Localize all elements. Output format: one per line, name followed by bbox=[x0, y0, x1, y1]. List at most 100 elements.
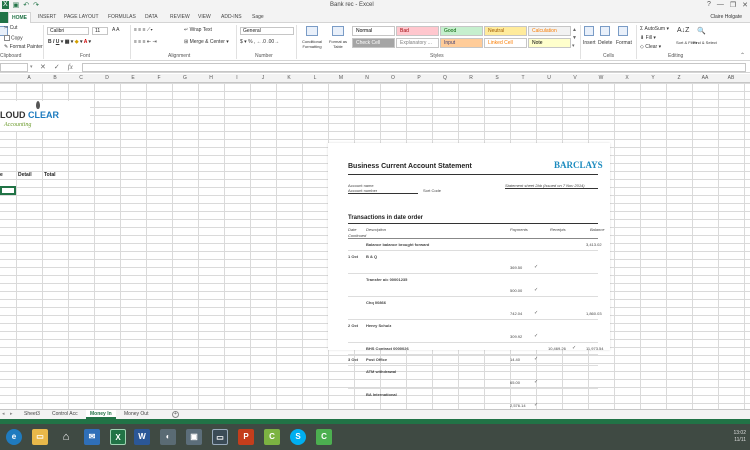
column-header[interactable]: Y bbox=[640, 75, 666, 81]
column-header[interactable]: E bbox=[120, 75, 146, 81]
outlook-icon[interactable]: ✉ bbox=[84, 429, 100, 445]
bold-button[interactable]: B I U ▾ ▦ ▾ ◆ ▾ A ▾ bbox=[48, 39, 91, 45]
column-header[interactable]: AC bbox=[744, 75, 750, 81]
column-header[interactable]: V bbox=[562, 75, 588, 81]
column-header[interactable]: I bbox=[224, 75, 250, 81]
format-as-table-button[interactable]: Format as Table bbox=[326, 39, 350, 49]
sheet-tab-money-out[interactable]: Money Out bbox=[120, 410, 152, 419]
skype-icon[interactable]: S bbox=[290, 429, 306, 445]
font-size-select[interactable]: 11 bbox=[92, 27, 108, 35]
name-box[interactable] bbox=[0, 63, 28, 72]
selected-cell[interactable] bbox=[0, 186, 16, 195]
system-clock[interactable]: 13:02 11/11 bbox=[733, 430, 746, 444]
tab-data[interactable]: DATA bbox=[145, 14, 158, 20]
close-button[interactable]: ✕ bbox=[742, 1, 748, 9]
column-header[interactable]: R bbox=[458, 75, 484, 81]
column-header[interactable]: Q bbox=[432, 75, 458, 81]
column-header[interactable]: U bbox=[536, 75, 562, 81]
restore-button[interactable]: ❐ bbox=[730, 1, 736, 9]
redo-icon[interactable]: ↷ bbox=[33, 1, 39, 9]
insert-function-icon[interactable]: fx bbox=[68, 63, 73, 71]
camtasia-icon[interactable]: C bbox=[316, 429, 332, 445]
column-header[interactable]: H bbox=[198, 75, 224, 81]
column-header[interactable]: F bbox=[146, 75, 172, 81]
wrap-text-button[interactable]: ↵ Wrap Text bbox=[184, 27, 212, 33]
insert-cells-icon[interactable] bbox=[584, 26, 594, 36]
column-header[interactable]: P bbox=[406, 75, 432, 81]
word-icon[interactable]: W bbox=[134, 429, 150, 445]
column-header[interactable]: D bbox=[94, 75, 120, 81]
sheet-tab-control-acc[interactable]: Control Acc bbox=[48, 410, 82, 419]
autosum-button[interactable]: Σ AutoSum ▾ bbox=[640, 26, 669, 32]
font-grow-icon[interactable]: A A bbox=[112, 27, 120, 33]
styles-scroll-icon[interactable]: ▲ ▼ ▾ bbox=[572, 26, 577, 50]
format-button[interactable]: Format bbox=[616, 40, 632, 46]
column-header[interactable]: S bbox=[484, 75, 510, 81]
find-select-button[interactable]: Find & Select bbox=[693, 40, 717, 45]
scroll-left-icon[interactable]: ◂ bbox=[2, 411, 5, 417]
font-name-select[interactable]: Calibri bbox=[47, 27, 89, 35]
column-header[interactable]: G bbox=[172, 75, 198, 81]
column-header[interactable]: Z bbox=[666, 75, 692, 81]
column-header[interactable]: AA bbox=[692, 75, 718, 81]
header-date[interactable]: e bbox=[0, 172, 3, 178]
column-header[interactable]: M bbox=[328, 75, 354, 81]
monitor-icon[interactable]: ▭ bbox=[212, 429, 228, 445]
enter-icon[interactable]: ✓ bbox=[54, 63, 60, 71]
header-total[interactable]: Total bbox=[44, 172, 56, 178]
column-header[interactable]: A bbox=[16, 75, 42, 81]
column-header[interactable]: W bbox=[588, 75, 614, 81]
cell-style-option[interactable]: Explanatory ... bbox=[396, 38, 439, 48]
insert-button[interactable]: Insert bbox=[583, 40, 596, 46]
powerpoint-icon[interactable]: P bbox=[238, 429, 254, 445]
header-detail[interactable]: Detail bbox=[18, 172, 32, 178]
sort-filter-icon[interactable]: A↓Z bbox=[677, 27, 689, 34]
copy-button[interactable]: Copy bbox=[4, 35, 23, 41]
tab-formulas[interactable]: FORMULAS bbox=[108, 14, 136, 20]
column-header[interactable]: O bbox=[380, 75, 406, 81]
tab-page-layout[interactable]: PAGE LAYOUT bbox=[64, 14, 99, 20]
column-header[interactable]: AB bbox=[718, 75, 744, 81]
conditional-formatting-icon[interactable] bbox=[306, 26, 318, 36]
collapse-ribbon-icon[interactable]: ⌃ bbox=[740, 52, 745, 59]
currency-icon[interactable]: $ ▾ % , ←.0 .00→ bbox=[240, 39, 279, 45]
tab-review[interactable]: REVIEW bbox=[170, 14, 190, 20]
namebox-dropdown-icon[interactable]: ▾ bbox=[30, 64, 33, 70]
cell-style-option[interactable]: Good bbox=[440, 26, 483, 36]
tab-file[interactable] bbox=[0, 12, 8, 23]
align-left-icon[interactable]: ≡ ≡ ≡ ⇤ ⇥ bbox=[134, 39, 157, 45]
column-header[interactable]: T bbox=[510, 75, 536, 81]
sheet-tab-money-in[interactable]: Money In bbox=[86, 410, 116, 419]
delete-button[interactable]: Delete bbox=[598, 40, 612, 46]
column-header[interactable]: X bbox=[614, 75, 640, 81]
ie-icon[interactable]: e bbox=[6, 429, 22, 445]
cancel-icon[interactable]: ✕ bbox=[40, 63, 46, 71]
scroll-right-icon[interactable]: ▸ bbox=[10, 411, 13, 417]
column-header[interactable]: N bbox=[354, 75, 380, 81]
tab-add-ins[interactable]: ADD-INS bbox=[221, 14, 242, 20]
add-sheet-icon[interactable]: + bbox=[172, 411, 179, 418]
column-header[interactable]: L bbox=[302, 75, 328, 81]
cell-style-option[interactable]: Note bbox=[528, 38, 571, 48]
formula-input[interactable] bbox=[82, 63, 746, 72]
save-icon[interactable]: ▣ bbox=[13, 1, 20, 9]
find-select-icon[interactable]: 🔍 bbox=[697, 27, 706, 35]
cell-style-option[interactable]: Bad bbox=[396, 26, 439, 36]
column-header[interactable]: C bbox=[68, 75, 94, 81]
format-table-icon[interactable] bbox=[332, 26, 344, 36]
format-cells-icon[interactable] bbox=[618, 26, 628, 36]
bank-statement-image[interactable]: Business Current Account Statement BARCL… bbox=[328, 143, 610, 424]
cell-style-option[interactable]: Linked Cell bbox=[484, 38, 527, 48]
cell-style-option[interactable]: Calculation bbox=[528, 26, 571, 36]
cut-button[interactable]: ✂ Cut bbox=[4, 25, 17, 31]
cell-style-option[interactable]: Check Cell bbox=[352, 38, 395, 48]
screen-icon[interactable]: ▣ bbox=[186, 429, 202, 445]
tab-insert[interactable]: INSERT bbox=[38, 14, 56, 20]
tab-view[interactable]: VIEW bbox=[198, 14, 211, 20]
tab-sage[interactable]: Sage bbox=[252, 14, 264, 20]
undo-icon[interactable]: ↶ bbox=[23, 1, 29, 9]
cell-style-option[interactable]: Input bbox=[440, 38, 483, 48]
help-button[interactable]: ? bbox=[707, 1, 711, 9]
user-name[interactable]: Claire Holgate bbox=[710, 14, 742, 20]
merge-center-button[interactable]: ⊞ Merge & Center ▾ bbox=[184, 39, 229, 45]
